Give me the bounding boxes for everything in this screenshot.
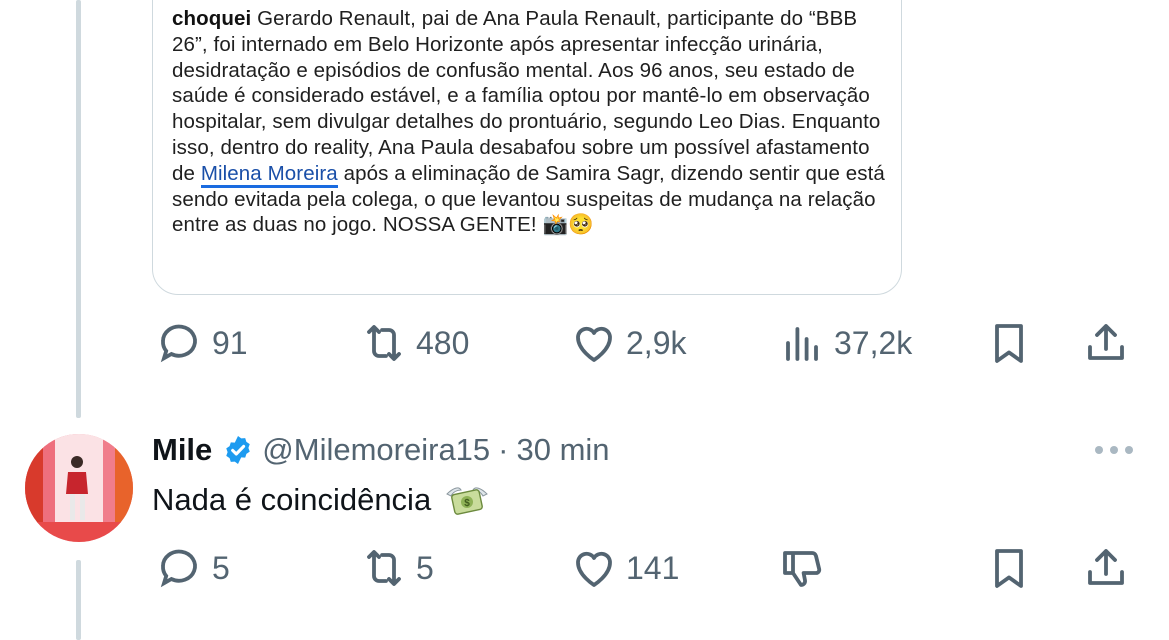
heart-icon: [576, 551, 612, 587]
reply-button[interactable]: 91: [156, 318, 248, 368]
avatar[interactable]: [25, 434, 133, 542]
repost-button[interactable]: 5: [360, 543, 434, 593]
reply-button[interactable]: 5: [156, 543, 230, 593]
repost-count: 480: [416, 324, 470, 361]
reply-count: 5: [212, 549, 230, 586]
reply-header: Mile @Milemoreira15 · 30 min: [152, 430, 610, 470]
svg-text:$: $: [464, 498, 470, 509]
bookmark-icon: [995, 324, 1023, 363]
repost-icon: [367, 325, 401, 361]
like-count: 2,9k: [626, 324, 687, 361]
views-button[interactable]: 37,2k: [778, 318, 912, 368]
more-options-icon[interactable]: [1092, 440, 1136, 460]
reply-icon: [160, 324, 197, 363]
repost-icon: [367, 550, 401, 586]
reply-text: Nada é coincidência $: [152, 480, 491, 520]
reply-count: 91: [212, 324, 248, 361]
thread-line-top: [76, 0, 81, 418]
money-with-wings-icon: $: [446, 487, 489, 515]
verified-badge-icon: [226, 436, 251, 464]
share-icon: [1088, 324, 1124, 360]
views-icon: [786, 327, 818, 361]
thumbs-down-icon: [783, 551, 822, 587]
like-count: 141: [626, 549, 680, 586]
quoted-post-mention[interactable]: Milena Moreira: [200, 161, 338, 188]
user-handle[interactable]: @Milemoreira15: [262, 432, 490, 468]
repost-count: 5: [416, 549, 434, 586]
reply-icon: [160, 549, 197, 588]
display-name[interactable]: Mile: [152, 432, 212, 468]
reply-post-actions: 5 5 141: [150, 543, 1140, 593]
reply-body: Nada é coincidência: [152, 482, 432, 517]
heart-icon: [576, 326, 612, 362]
post-time[interactable]: 30 min: [517, 432, 610, 468]
quoted-post-text: choquei Gerardo Renault, pai de Ana Paul…: [172, 6, 887, 238]
bookmark-button[interactable]: [985, 543, 1033, 593]
bookmark-icon: [995, 549, 1023, 588]
views-count: 37,2k: [834, 324, 913, 361]
avatar-photo: [25, 434, 133, 542]
quoted-post-body-start: Gerardo Renault, pai de Ana Paula Renaul…: [172, 7, 881, 185]
header-separator: ·: [498, 432, 509, 467]
quoted-post-source: choquei: [172, 7, 252, 30]
like-button[interactable]: 141: [570, 543, 679, 593]
bookmark-button[interactable]: [985, 318, 1033, 368]
main-post-actions: 91 480 2,9k 37,2k: [150, 318, 1140, 368]
quoted-post-emojis: 📸🥺: [542, 213, 594, 237]
repost-button[interactable]: 480: [360, 318, 469, 368]
like-button[interactable]: 2,9k: [570, 318, 686, 368]
share-icon: [1088, 549, 1124, 585]
thread-line-bottom: [76, 560, 81, 640]
share-button[interactable]: [1082, 543, 1130, 593]
share-button[interactable]: [1082, 318, 1130, 368]
dislike-button[interactable]: [778, 543, 826, 593]
